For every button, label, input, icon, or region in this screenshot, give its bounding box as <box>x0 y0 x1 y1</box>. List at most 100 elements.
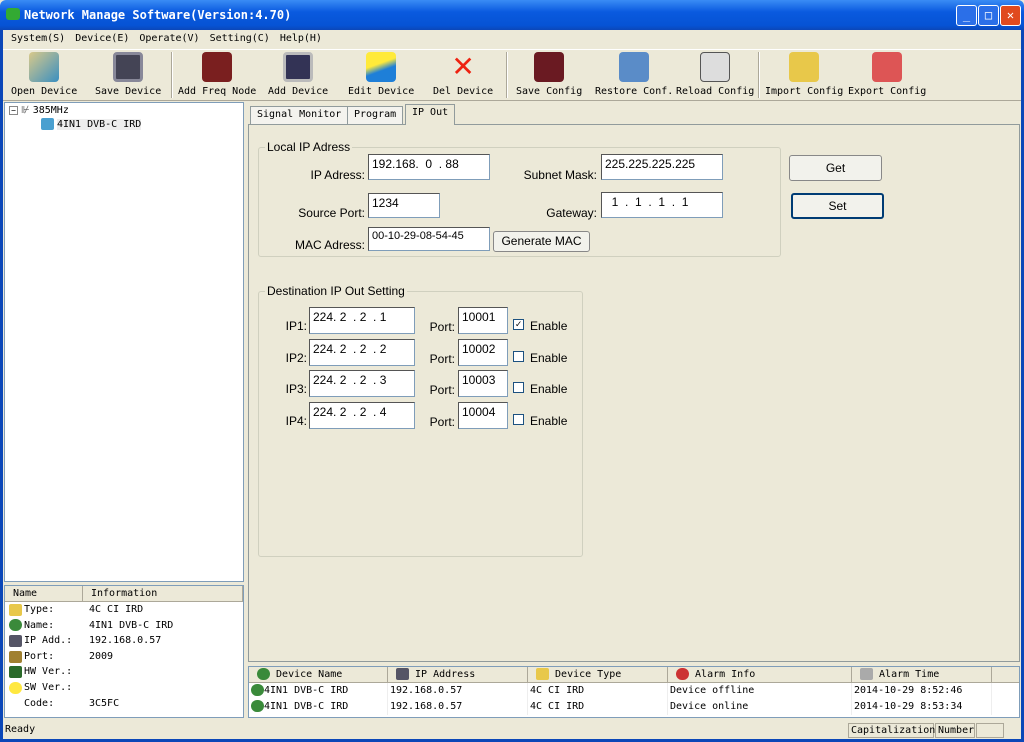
restore-icon <box>619 52 650 82</box>
floppy-icon <box>113 52 144 82</box>
close-button[interactable]: ✕ <box>1000 5 1021 26</box>
enable-checkbox-3[interactable] <box>513 382 524 393</box>
type-icon <box>9 603 22 616</box>
enable-label: Enable <box>530 350 568 365</box>
freq-node-icon <box>202 52 233 82</box>
info-row: Name: 4IN1 DVB-C IRD <box>5 618 243 634</box>
save-config-button[interactable]: Save Config <box>516 52 582 97</box>
edit-device-button[interactable]: Edit Device <box>348 52 414 97</box>
hw-icon <box>9 666 22 679</box>
dest-port-input-1[interactable]: 10001 <box>458 307 508 334</box>
clock-icon <box>860 668 873 680</box>
status-text: Ready <box>5 724 36 735</box>
info-header-information[interactable]: Information <box>83 586 243 601</box>
info-row: Port: 2009 <box>5 649 243 665</box>
info-row: IP Add.: 192.168.0.57 <box>5 633 243 649</box>
alarm-header-device-name[interactable]: Device Name <box>249 667 388 682</box>
info-row: Type: 4C CI IRD <box>5 602 243 618</box>
tab-ip-out[interactable]: IP Out <box>405 104 456 125</box>
alarm-header-info[interactable]: Alarm Info <box>668 667 852 682</box>
get-button[interactable]: Get <box>789 155 882 181</box>
enable-label: Enable <box>530 382 568 396</box>
ip-icon <box>396 668 409 680</box>
dest-port-input-3[interactable]: 10003 <box>458 370 508 397</box>
dest-ip-label: IP4: <box>285 413 307 428</box>
import-config-button[interactable]: Import Config <box>765 52 843 97</box>
enable-checkbox-4[interactable] <box>513 413 524 425</box>
device-icon <box>257 668 270 680</box>
tab-program[interactable]: Program <box>347 106 404 124</box>
mac-address-input[interactable]: 00-10-29-08-54-45 <box>368 227 490 251</box>
alarm-list: Device Name IP Address Device Type Alarm… <box>248 666 1020 718</box>
open-folder-icon <box>29 52 60 82</box>
enable-checkbox-2[interactable] <box>513 350 524 362</box>
dest-ip-label: IP2: <box>285 350 307 365</box>
window-title: Network Manage Software(Version:4.70) <box>24 8 292 22</box>
generate-mac-button[interactable]: Generate MAC <box>493 231 590 252</box>
dest-port-input-4[interactable]: 10004 <box>458 401 508 429</box>
open-device-button[interactable]: Open Device <box>11 52 77 97</box>
title-bar: Network Manage Software(Version:4.70) <box>0 0 1024 30</box>
subnet-mask-input[interactable]: 225.225.225.225 <box>601 154 723 180</box>
menu-system[interactable]: System(S) <box>9 30 73 47</box>
source-port-input[interactable]: 1234 <box>368 193 440 218</box>
save-device-button[interactable]: Save Device <box>95 52 161 97</box>
info-header-name[interactable]: Name <box>5 586 83 601</box>
collapse-icon[interactable]: − <box>9 106 18 115</box>
name-icon <box>9 619 22 632</box>
set-button[interactable]: Set <box>791 193 884 219</box>
menu-device[interactable]: Device(E) <box>73 30 137 47</box>
dest-port-input-2[interactable]: 10002 <box>458 338 508 366</box>
dest-port-label: Port: <box>429 383 455 397</box>
export-icon <box>872 52 903 82</box>
network-device-icon <box>41 118 54 130</box>
dest-ip-input-4[interactable]: 224. 2 . 2 . 4 <box>309 401 415 429</box>
info-row: Code: 3C5FC <box>24 697 120 709</box>
add-freq-node-button[interactable]: Add Freq Node <box>178 52 256 97</box>
app-icon <box>6 8 20 20</box>
local-ip-group: Local IP Adress IP Adress: 192.168. 0 . … <box>258 140 781 257</box>
ip-address-input[interactable]: 192.168. 0 . 88 <box>368 154 490 180</box>
dest-ip-input-1[interactable]: 224. 2 . 2 . 1 <box>309 307 415 334</box>
alarm-header-time[interactable]: Alarm Time <box>852 667 992 682</box>
edit-icon <box>366 52 397 82</box>
save-config-icon <box>534 52 565 82</box>
enable-label: Enable <box>530 413 568 428</box>
dest-ip-input-3[interactable]: 224. 2 . 2 . 3 <box>309 370 415 397</box>
del-device-button[interactable]: ✕ Del Device <box>433 50 493 98</box>
menu-bar: System(S) Device(E) Operate(V) Setting(C… <box>3 30 1021 47</box>
reload-config-button[interactable]: Reload Config <box>676 52 754 97</box>
toolbar: Open Device Save Device Add Freq Node Ad… <box>3 49 1021 101</box>
delete-x-icon: ✕ <box>451 50 475 83</box>
tree-node-frequency[interactable]: − ⊮ 385MHz <box>9 105 69 116</box>
gateway-input[interactable]: 1 . 1 . 1 . 1 <box>601 192 723 218</box>
dest-port-label: Port: <box>429 351 455 366</box>
add-device-button[interactable]: Add Device <box>268 52 328 97</box>
dest-ip-input-2[interactable]: 224. 2 . 2 . 2 <box>309 338 415 366</box>
enable-checkbox-1[interactable]: ✓ <box>513 319 524 330</box>
menu-help[interactable]: Help(H) <box>278 30 330 47</box>
dest-port-label: Port: <box>429 414 455 429</box>
restore-conf-button[interactable]: Restore Conf. <box>595 52 673 97</box>
dest-port-label: Port: <box>429 320 455 334</box>
caps-indicator: Capitalization <box>848 723 935 738</box>
maximize-button[interactable]: □ <box>978 5 999 26</box>
alarm-header-type[interactable]: Device Type <box>528 667 668 682</box>
export-config-button[interactable]: Export Config <box>848 52 926 97</box>
ip-icon <box>9 634 22 647</box>
minimize-button[interactable]: _ <box>956 5 977 26</box>
alarm-row[interactable]: 4IN1 DVB-C IRD 192.168.0.57 4C CI IRD Devic… <box>249 683 1019 699</box>
alarm-icon <box>676 668 689 680</box>
info-row: HW Ver.: <box>5 664 243 680</box>
lightbulb-icon <box>9 681 22 694</box>
device-info-list: Name Information Type: 4C CI IRD Name: 4IN1… <box>4 585 244 718</box>
antenna-icon: ⊮ <box>21 105 30 116</box>
dest-ip-label: IP3: <box>285 382 307 396</box>
alarm-header-ip[interactable]: IP Address <box>388 667 528 682</box>
alarm-row[interactable]: 4IN1 DVB-C IRD 192.168.0.57 4C CI IRD Devic… <box>249 699 1019 715</box>
tree-node-device[interactable]: 4IN1 DVB-C IRD <box>41 118 142 130</box>
reload-icon <box>700 52 731 82</box>
menu-operate[interactable]: Operate(V) <box>137 30 207 47</box>
tab-signal-monitor[interactable]: Signal Monitor <box>250 106 349 124</box>
menu-setting[interactable]: Setting(C) <box>208 30 278 47</box>
